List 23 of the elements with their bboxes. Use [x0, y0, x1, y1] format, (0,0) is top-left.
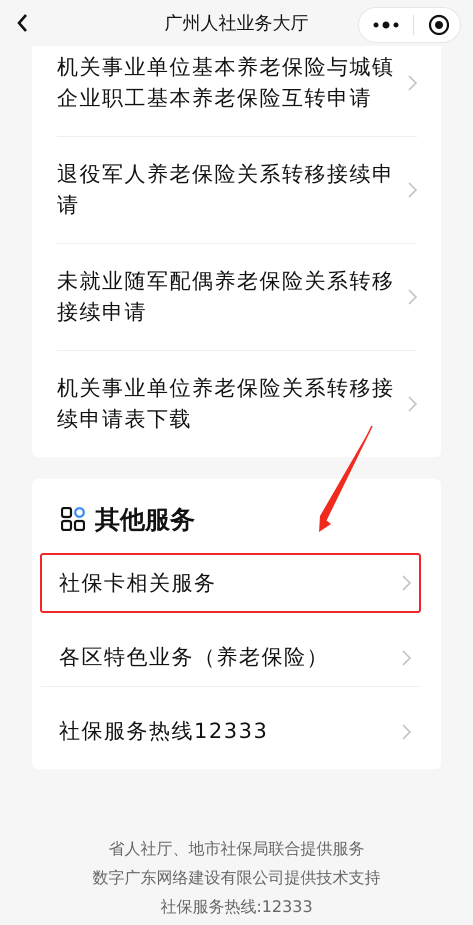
more-icon[interactable]	[373, 21, 399, 29]
list-item[interactable]: 退役军人养老保险关系转移接续申请	[57, 137, 417, 244]
list-item[interactable]: 机关事业单位基本养老保险与城镇企业职工基本养老保险互转申请	[57, 46, 417, 137]
chevron-icon	[408, 182, 417, 198]
chevron-icon	[402, 724, 411, 740]
footer-text: 社保服务热线:12333	[160, 896, 313, 918]
chevron-icon	[408, 396, 417, 412]
list-item[interactable]: 未就业随军配偶养老保险关系转移接续申请	[57, 244, 417, 351]
chevron-icon	[402, 650, 411, 666]
footer-text: 数字广东网络建设有限公司提供技术支持	[92, 867, 380, 889]
chevron-icon	[408, 75, 417, 91]
footer-text: 省人社厅、地市社保局联合提供服务	[108, 838, 364, 860]
page-title: 广州人社业务大厅	[164, 12, 310, 35]
grid-icon	[61, 507, 85, 531]
back-icon[interactable]	[16, 13, 28, 33]
close-icon[interactable]	[428, 14, 450, 36]
list-item[interactable]: 社保服务热线12333	[40, 701, 421, 761]
chevron-icon	[402, 575, 411, 591]
section-title: 其他服务	[95, 504, 195, 536]
list-item[interactable]: 机关事业单位养老保险关系转移接续申请表下载	[57, 351, 417, 457]
chevron-icon	[408, 289, 417, 305]
list-item[interactable]: 各区特色业务（养老保险）	[40, 627, 421, 687]
list-item[interactable]: 社保卡相关服务	[40, 553, 421, 613]
